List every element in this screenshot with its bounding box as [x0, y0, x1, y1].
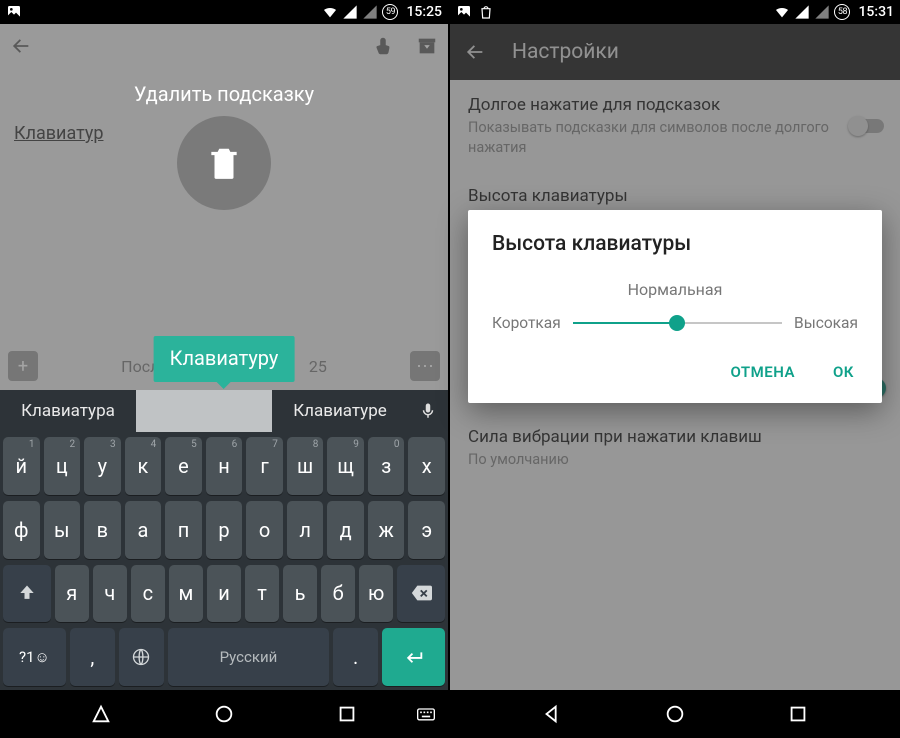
- key-ы[interactable]: ы: [44, 501, 81, 559]
- dialog-value-label: Нормальная: [492, 280, 858, 299]
- height-slider[interactable]: [573, 313, 782, 333]
- nav-back-icon[interactable]: [541, 703, 563, 725]
- key-р[interactable]: р: [206, 501, 243, 559]
- candidate-right[interactable]: Клавиатуре: [272, 390, 408, 432]
- symbols-key[interactable]: ?1☺: [3, 628, 66, 686]
- key-о[interactable]: о: [246, 501, 283, 559]
- key-я[interactable]: я: [55, 565, 89, 623]
- space-key[interactable]: Русский: [168, 628, 330, 686]
- key-ж[interactable]: ж: [368, 501, 405, 559]
- backspace-icon: [410, 582, 432, 604]
- key-п[interactable]: п: [165, 501, 202, 559]
- mic-icon: [419, 402, 437, 420]
- globe-icon: [131, 647, 151, 667]
- nav-recent-icon[interactable]: [336, 703, 358, 725]
- enter-key[interactable]: [382, 628, 445, 686]
- slider-min-label: Короткая: [492, 314, 561, 332]
- key-ц[interactable]: ц2: [44, 437, 81, 495]
- enter-icon: [403, 646, 425, 668]
- wifi-icon: [322, 4, 338, 20]
- key-ф[interactable]: ф: [3, 501, 40, 559]
- settings-screen: Настройки Долгое нажатие для подсказокПо…: [450, 24, 900, 690]
- dragging-suggestion-chip[interactable]: Клавиатуру: [154, 336, 295, 382]
- soft-keyboard: Клавиатура Клавиатуре й1ц2у3к4е5н6г7ш8щ9…: [0, 390, 448, 690]
- candidate-left[interactable]: Клавиатура: [0, 390, 136, 432]
- key-м[interactable]: м: [169, 565, 203, 623]
- app-body: Клавиатур + После 25 ⋯ Удалить подсказку…: [0, 24, 448, 690]
- key-ь[interactable]: ь: [283, 565, 317, 623]
- ok-button[interactable]: ОК: [829, 353, 858, 391]
- language-key[interactable]: [119, 628, 164, 686]
- key-д[interactable]: д: [327, 501, 364, 559]
- nav-home-icon[interactable]: [664, 703, 686, 725]
- status-bar: 58 15:31: [450, 0, 900, 24]
- nav-back-icon[interactable]: [90, 703, 112, 725]
- key-т[interactable]: т: [245, 565, 279, 623]
- dialog-title: Высота клавиатуры: [492, 232, 858, 256]
- nav-bar: [0, 690, 448, 738]
- nav-home-icon[interactable]: [213, 703, 235, 725]
- clock-text: 15:31: [858, 4, 894, 20]
- comma-key[interactable]: ,: [70, 628, 115, 686]
- candidate-row: Клавиатура Клавиатуре: [0, 390, 448, 432]
- key-ю[interactable]: ю: [359, 565, 393, 623]
- nav-recent-icon[interactable]: [787, 703, 809, 725]
- key-з[interactable]: з0: [368, 437, 405, 495]
- key-и[interactable]: и: [207, 565, 241, 623]
- key-ч[interactable]: ч: [93, 565, 127, 623]
- backspace-key[interactable]: [397, 565, 445, 623]
- key-а[interactable]: а: [125, 501, 162, 559]
- phone-right: 58 15:31 Настройки Долгое нажатие для по…: [450, 0, 900, 738]
- slider-max-label: Высокая: [794, 314, 858, 332]
- trash-icon: [205, 144, 243, 182]
- key-е[interactable]: е5: [165, 437, 202, 495]
- key-г[interactable]: г7: [246, 437, 283, 495]
- key-й[interactable]: й1: [3, 437, 40, 495]
- candidate-center[interactable]: [136, 390, 272, 432]
- key-с[interactable]: с: [131, 565, 165, 623]
- key-щ[interactable]: щ9: [327, 437, 364, 495]
- slider-thumb[interactable]: [669, 315, 685, 331]
- signal-2-icon: [814, 4, 830, 20]
- signal-2-icon: [362, 4, 378, 20]
- key-row-2: фывапролджэ: [3, 501, 445, 559]
- status-bar: 59 15:25: [0, 0, 448, 24]
- phone-left: 59 15:25 Клавиатур + После 25 ⋯: [0, 0, 450, 738]
- key-row-1: й1ц2у3к4е5н6г7ш8щ9з0х: [3, 437, 445, 495]
- key-н[interactable]: н6: [206, 437, 243, 495]
- ime-switch-icon[interactable]: [416, 704, 436, 724]
- key-к[interactable]: к4: [125, 437, 162, 495]
- image-icon: [6, 4, 22, 20]
- key-row-4: ?1☺ , Русский .: [3, 628, 445, 686]
- key-л[interactable]: л: [287, 501, 324, 559]
- signal-icon: [342, 4, 358, 20]
- battery-icon: 58: [834, 4, 850, 20]
- clock-text: 15:25: [406, 4, 442, 20]
- shopping-icon: [478, 4, 494, 20]
- period-key[interactable]: .: [333, 628, 378, 686]
- keyboard-height-dialog: Высота клавиатуры Нормальная Короткая Вы…: [468, 210, 882, 403]
- mic-button[interactable]: [408, 390, 448, 432]
- key-row-3: ячсмитьбю: [3, 565, 445, 623]
- image-icon: [456, 4, 472, 20]
- key-э[interactable]: э: [408, 501, 445, 559]
- key-б[interactable]: б: [321, 565, 355, 623]
- key-у[interactable]: у3: [84, 437, 121, 495]
- shift-key[interactable]: [3, 565, 51, 623]
- battery-icon: 59: [382, 4, 398, 20]
- key-х[interactable]: х: [408, 437, 445, 495]
- editor-area: Клавиатур + После 25 ⋯ Удалить подсказку…: [0, 24, 448, 390]
- trash-drop-target[interactable]: [177, 116, 271, 210]
- key-ш[interactable]: ш8: [287, 437, 324, 495]
- wifi-icon: [774, 4, 790, 20]
- cancel-button[interactable]: ОТМЕНА: [726, 353, 799, 391]
- key-в[interactable]: в: [84, 501, 121, 559]
- nav-bar: [450, 690, 900, 738]
- signal-icon: [794, 4, 810, 20]
- shift-icon: [17, 583, 37, 603]
